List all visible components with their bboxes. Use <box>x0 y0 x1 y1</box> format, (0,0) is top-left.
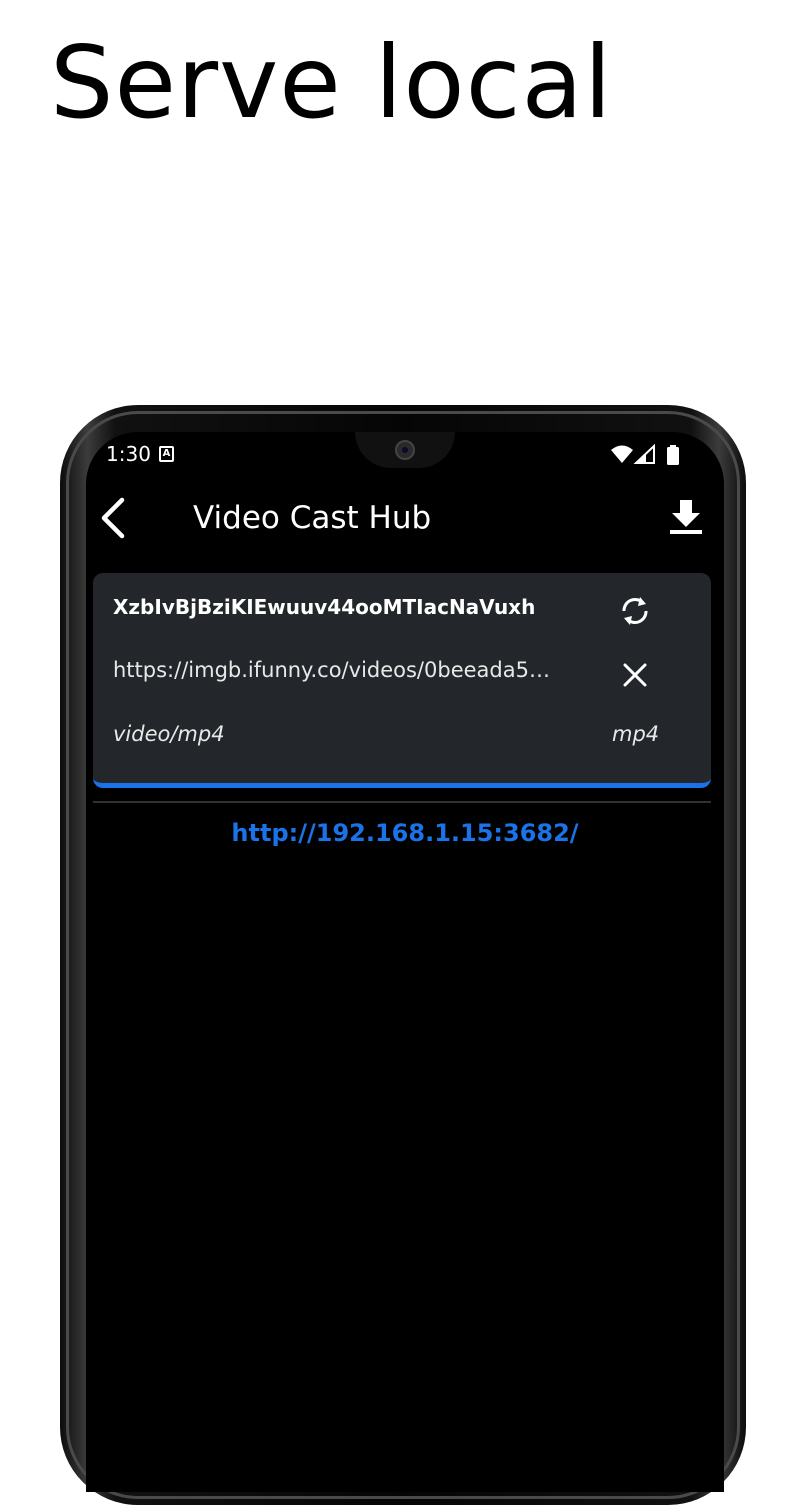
refresh-icon <box>622 597 648 625</box>
a-icon: A <box>159 446 174 462</box>
promo-headline: Serve local <box>50 24 613 141</box>
refresh-button[interactable] <box>616 592 654 630</box>
server-address-link[interactable]: http://192.168.1.15:3682/ <box>86 819 724 847</box>
download-icon <box>670 500 702 534</box>
battery-icon <box>667 445 679 465</box>
front-camera <box>395 440 415 460</box>
status-icons <box>610 443 685 470</box>
back-button[interactable] <box>96 496 136 540</box>
media-mime-type: video/mp4 <box>113 722 225 746</box>
media-title: XzbIvBjBziKIEwuuv44ooMTIacNaVuxh <box>113 595 536 619</box>
remove-button[interactable] <box>618 658 652 692</box>
download-button[interactable] <box>666 496 706 540</box>
divider <box>93 801 711 803</box>
wifi-icon <box>611 445 633 463</box>
status-time: 1:30 <box>106 442 151 466</box>
media-extension: mp4 <box>612 722 660 746</box>
signal-icon <box>633 443 655 464</box>
back-arrow-icon <box>101 497 125 539</box>
app-title: Video Cast Hub <box>193 500 432 536</box>
media-url: https://imgb.ifunny.co/videos/0beeada5… <box>113 658 550 682</box>
close-icon <box>623 663 647 687</box>
